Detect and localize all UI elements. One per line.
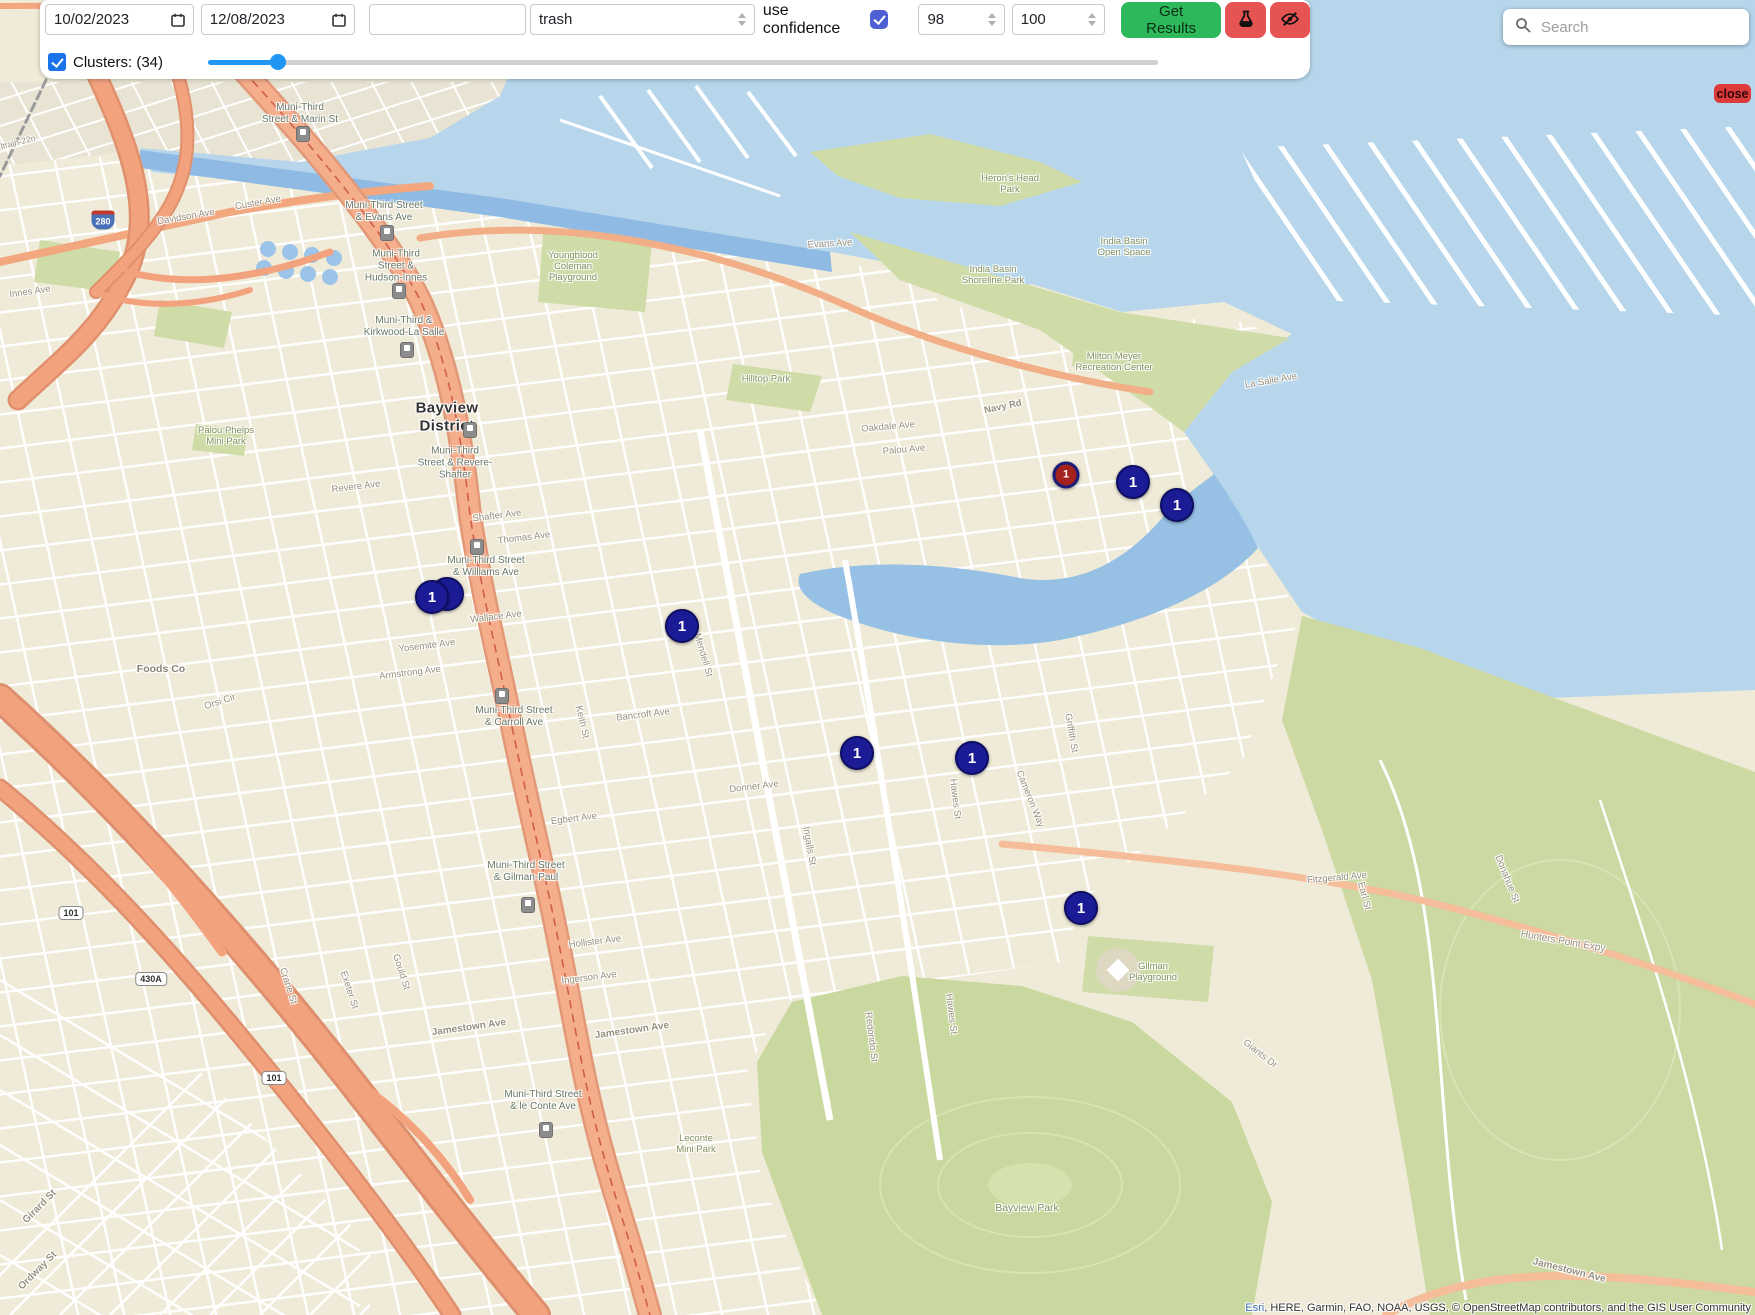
eye-slash-icon — [1280, 9, 1300, 32]
search-box[interactable]: Search — [1503, 9, 1749, 45]
search-icon — [1515, 17, 1531, 38]
spinner-icon[interactable] — [988, 13, 996, 26]
cluster-marker[interactable]: 1 — [1064, 891, 1098, 925]
map-canvas[interactable]: Bayview DistrictMuni-Third Street & Mari… — [0, 0, 1755, 1315]
category-value: trash — [539, 11, 572, 28]
attribution-esri-link[interactable]: Esri — [1245, 1302, 1264, 1314]
hide-results-button[interactable] — [1270, 2, 1310, 38]
cluster-marker[interactable]: 1 — [665, 609, 699, 643]
confidence-max-input[interactable]: 100 — [1012, 4, 1105, 35]
date-from-input[interactable]: 10/02/2023 — [45, 4, 194, 35]
toolbar-row-filters: 10/02/2023 12/08/2023 trash use confiden… — [40, 0, 1310, 38]
basemap-tiles — [0, 0, 1755, 1315]
spinner-icon[interactable] — [1088, 13, 1096, 26]
clusters-checkbox[interactable] — [48, 53, 66, 71]
toolbar-row-clusters: Clusters: (34) — [48, 50, 1298, 74]
close-button[interactable]: close — [1714, 84, 1751, 103]
cluster-marker[interactable]: 1 — [840, 736, 874, 770]
clusters-slider[interactable] — [208, 54, 1158, 70]
chevron-updown-icon — [738, 13, 746, 26]
use-confidence-control: use confidence — [763, 4, 889, 35]
slider-track[interactable] — [208, 60, 1158, 65]
date-from-value: 10/02/2023 — [54, 11, 129, 28]
use-confidence-checkbox[interactable] — [870, 10, 889, 29]
clusters-label: Clusters: (34) — [73, 54, 163, 71]
date-to-input[interactable]: 12/08/2023 — [201, 4, 356, 35]
confidence-max-value: 100 — [1021, 11, 1046, 28]
flask-icon — [1236, 9, 1256, 32]
slider-thumb[interactable] — [270, 54, 286, 70]
text-filter-input[interactable] — [369, 4, 526, 35]
calendar-icon[interactable] — [332, 13, 346, 27]
category-select[interactable]: trash — [530, 4, 755, 35]
cluster-marker[interactable]: 1 — [1116, 465, 1150, 499]
map-attribution: Esri, HERE, Garmin, FAO, NOAA, USGS, © O… — [1245, 1302, 1751, 1314]
get-results-button[interactable]: Get Results — [1121, 2, 1221, 38]
flask-button[interactable] — [1225, 2, 1265, 38]
calendar-icon[interactable] — [171, 13, 185, 27]
use-confidence-label: use confidence — [763, 2, 868, 38]
cluster-marker[interactable]: 1 — [1160, 488, 1194, 522]
slider-fill — [208, 60, 278, 65]
cluster-marker[interactable]: 1 — [1053, 462, 1080, 489]
toolbar-panel: 10/02/2023 12/08/2023 trash use confiden… — [40, 0, 1310, 79]
attribution-text: , HERE, Garmin, FAO, NOAA, USGS, © OpenS… — [1264, 1302, 1751, 1314]
confidence-min-input[interactable]: 98 — [918, 4, 1004, 35]
cluster-marker[interactable]: 1 — [955, 741, 989, 775]
confidence-min-value: 98 — [927, 11, 944, 28]
search-placeholder: Search — [1541, 19, 1589, 36]
cluster-marker[interactable]: 1 — [415, 580, 449, 614]
date-to-value: 12/08/2023 — [210, 11, 285, 28]
